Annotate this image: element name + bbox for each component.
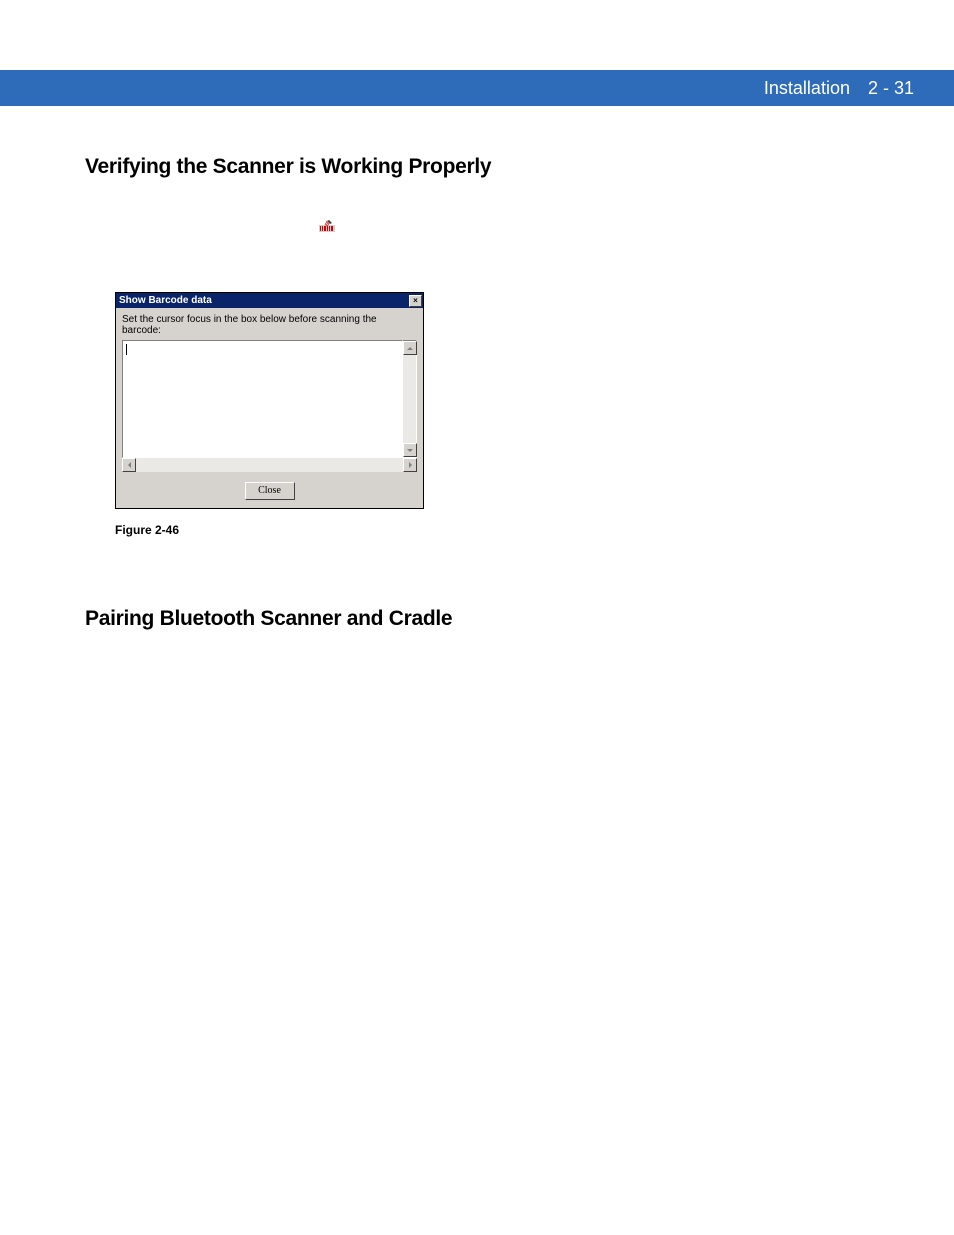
close-x-button[interactable]: × xyxy=(409,295,422,307)
dialog-titlebar: Show Barcode data × xyxy=(116,293,423,308)
page-content: Verifying the Scanner is Working Properl… xyxy=(85,155,865,631)
dialog-instruction: Set the cursor focus in the box below be… xyxy=(122,314,417,336)
dialog-screenshot: Show Barcode data × Set the cursor focus… xyxy=(115,292,424,509)
scroll-left-button[interactable] xyxy=(122,458,136,472)
scroll-up-button[interactable] xyxy=(403,341,417,355)
section-heading-pairing: Pairing Bluetooth Scanner and Cradle xyxy=(85,607,865,631)
textbox-area xyxy=(122,340,417,458)
show-barcode-dialog: Show Barcode data × Set the cursor focus… xyxy=(115,292,424,509)
close-button[interactable]: Close xyxy=(245,482,295,500)
dialog-title: Show Barcode data xyxy=(119,295,212,306)
arrow-left-icon xyxy=(128,462,131,468)
header-page-number: 2 - 31 xyxy=(868,78,914,99)
barcode-tray-icon xyxy=(319,220,335,232)
section-heading-verify: Verifying the Scanner is Working Properl… xyxy=(85,155,865,179)
barcode-textbox[interactable] xyxy=(122,340,403,458)
horizontal-scrollbar[interactable] xyxy=(122,458,417,472)
scroll-down-button[interactable] xyxy=(403,443,417,457)
page-header: Installation 2 - 31 xyxy=(0,70,954,106)
tray-icon-row xyxy=(319,219,865,237)
figure-caption: Figure 2-46 xyxy=(115,523,865,537)
arrow-down-icon xyxy=(407,449,413,452)
arrow-up-icon xyxy=(407,347,413,350)
scroll-right-button[interactable] xyxy=(403,458,417,472)
section-pairing: Pairing Bluetooth Scanner and Cradle xyxy=(85,607,865,631)
dialog-body: Set the cursor focus in the box below be… xyxy=(116,308,423,508)
text-cursor xyxy=(126,344,127,355)
header-title: Installation xyxy=(764,78,850,99)
vertical-scrollbar[interactable] xyxy=(403,340,417,458)
arrow-right-icon xyxy=(409,462,412,468)
